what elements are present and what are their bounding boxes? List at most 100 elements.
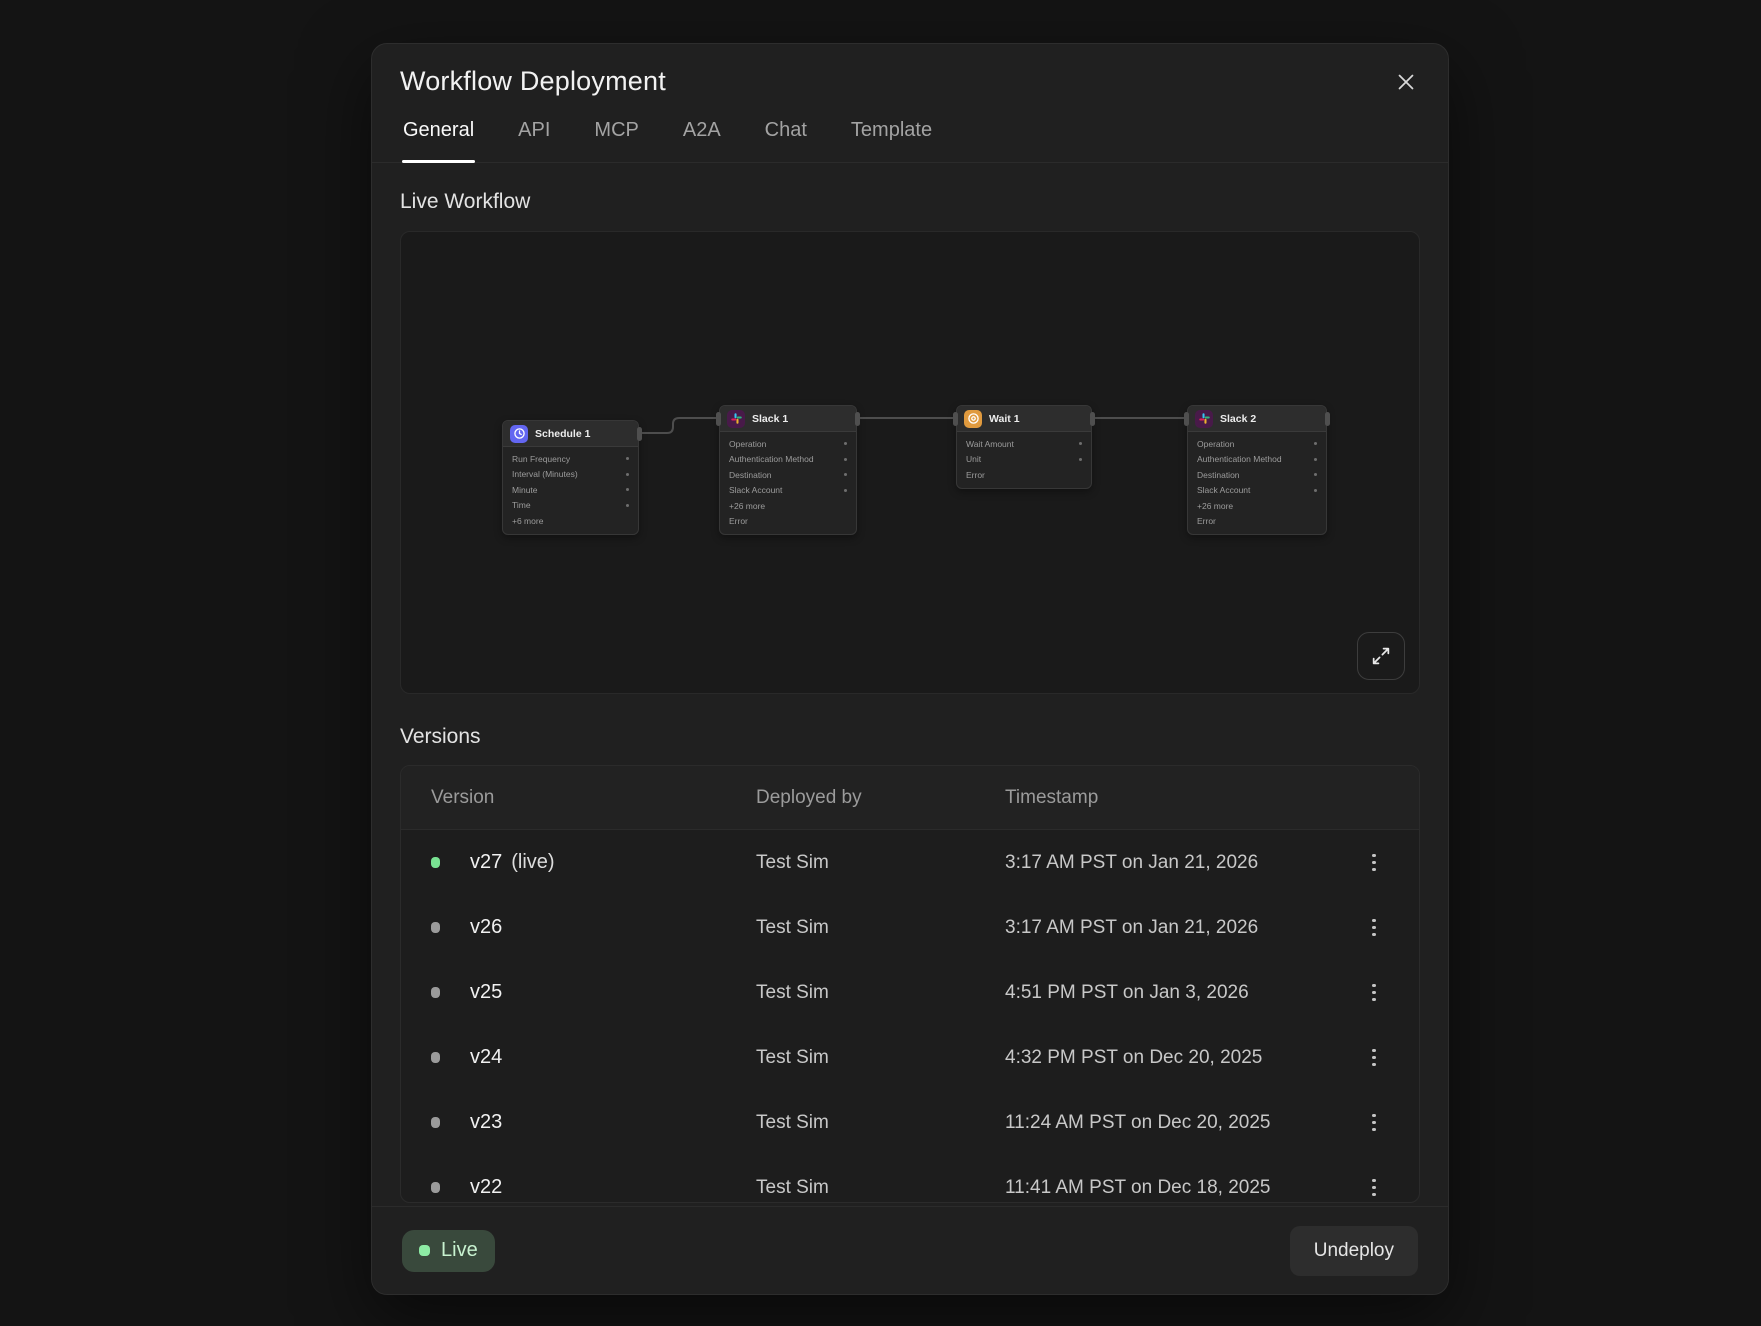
- version-label: v27: [470, 851, 502, 874]
- version-row: v24 Test Sim 4:32 PM PST on Dec 20, 2025: [401, 1025, 1419, 1090]
- node-field-label: +26 more: [729, 501, 765, 511]
- field-port-dot: [626, 504, 629, 507]
- node-field: Unit: [957, 452, 1091, 468]
- close-button[interactable]: [1390, 66, 1422, 98]
- node-field: +6 more: [503, 513, 638, 529]
- node-field: Wait Amount: [957, 436, 1091, 452]
- row-menu-button[interactable]: [1356, 1040, 1392, 1076]
- node-wait-1: Wait 1 Wait AmountUnit Error: [956, 405, 1092, 489]
- node-field-label: Destination: [729, 470, 772, 480]
- timer-icon: [964, 410, 982, 428]
- live-status-dot: [419, 1245, 430, 1256]
- node-field-label: Slack Account: [1197, 485, 1250, 495]
- deployed-by: Test Sim: [756, 1177, 1005, 1199]
- kebab-menu-icon: [1372, 1179, 1376, 1183]
- timestamp: 3:17 AM PST on Jan 21, 2026: [1005, 852, 1329, 874]
- version-label: v25: [470, 981, 502, 1004]
- field-port-dot: [626, 473, 629, 476]
- node-field: Error: [957, 467, 1091, 483]
- node-slack-2: Slack 2 OperationAuthentication MethodDe…: [1187, 405, 1327, 535]
- node-field-label: Authentication Method: [729, 454, 814, 464]
- node-field-label: Error: [966, 470, 985, 480]
- version-status-dot: [431, 1052, 440, 1063]
- dialog-header: Workflow Deployment: [372, 44, 1448, 97]
- versions-table-header: Version Deployed by Timestamp: [401, 766, 1419, 830]
- undeploy-button[interactable]: Undeploy: [1290, 1226, 1418, 1276]
- tab-bar: General API MCP A2A Chat Template: [372, 119, 1448, 163]
- row-menu-button[interactable]: [1356, 910, 1392, 946]
- input-port: [953, 412, 958, 426]
- version-label: v22: [470, 1176, 502, 1199]
- deployed-by: Test Sim: [756, 1047, 1005, 1069]
- node-header: Schedule 1: [503, 421, 638, 447]
- output-port: [637, 427, 642, 441]
- input-port: [716, 412, 721, 426]
- node-title: Schedule 1: [535, 428, 590, 440]
- node-field: Operation: [720, 436, 856, 452]
- node-slack-1: Slack 1 Operation Authentication Method De…: [719, 405, 857, 535]
- field-port-dot: [626, 457, 629, 460]
- field-port-dot: [1314, 473, 1317, 476]
- timestamp: 3:17 AM PST on Jan 21, 2026: [1005, 917, 1329, 939]
- node-fields: Operation Authentication Method Destinatio…: [720, 432, 856, 534]
- node-field: Minute: [503, 482, 638, 498]
- live-workflow-heading: Live Workflow: [400, 190, 1420, 214]
- node-field-label: Minute: [512, 485, 538, 495]
- status-badge: Live: [402, 1230, 495, 1272]
- node-field: Slack Account: [1188, 483, 1326, 499]
- column-header-version: Version: [401, 787, 756, 809]
- node-fields: Run FrequencyInterval (Minutes)MinuteTim…: [503, 447, 638, 534]
- field-port-dot: [1079, 442, 1082, 445]
- row-menu-button[interactable]: [1356, 845, 1392, 881]
- close-icon: [1393, 69, 1419, 95]
- column-header-deployed-by: Deployed by: [756, 787, 1005, 809]
- node-field-label: +26 more: [1197, 501, 1233, 511]
- tab-chat[interactable]: Chat: [764, 119, 808, 162]
- tab-template[interactable]: Template: [850, 119, 933, 162]
- node-field: Interval (Minutes): [503, 467, 638, 483]
- kebab-menu-icon: [1372, 919, 1376, 923]
- node-schedule-1: Schedule 1 Run Frequency Interval (Minute…: [502, 420, 639, 535]
- node-header: Wait 1: [957, 406, 1091, 432]
- field-port-dot: [844, 442, 847, 445]
- output-port: [1090, 412, 1095, 426]
- tab-api[interactable]: API: [517, 119, 551, 162]
- versions-heading: Versions: [400, 725, 1420, 749]
- timestamp: 4:51 PM PST on Jan 3, 2026: [1005, 982, 1329, 1004]
- version-label: v23: [470, 1111, 502, 1134]
- tab-a2a[interactable]: A2A: [682, 119, 722, 162]
- version-status-dot: [431, 857, 440, 868]
- node-title: Slack 1: [752, 413, 788, 425]
- field-port-dot: [1079, 458, 1082, 461]
- field-port-dot: [844, 458, 847, 461]
- node-field: +26 more: [1188, 498, 1326, 514]
- node-field: Error: [720, 514, 856, 530]
- node-field-label: Interval (Minutes): [512, 469, 578, 479]
- row-menu-button[interactable]: [1356, 1105, 1392, 1141]
- node-field: Error: [1188, 514, 1326, 530]
- version-row: v26 Test Sim 3:17 AM PST on Jan 21, 2026: [401, 895, 1419, 960]
- dialog-content: Live Workflow Schedule 1 Run Frequency In…: [372, 190, 1448, 1203]
- expand-canvas-button[interactable]: [1357, 632, 1405, 680]
- input-port: [1184, 412, 1189, 426]
- row-menu-button[interactable]: [1356, 975, 1392, 1011]
- kebab-menu-icon: [1372, 984, 1376, 988]
- tab-general[interactable]: General: [402, 119, 475, 162]
- node-field-label: Operation: [729, 439, 766, 449]
- timestamp: 11:24 AM PST on Dec 20, 2025: [1005, 1112, 1329, 1134]
- node-field-label: Authentication Method: [1197, 454, 1282, 464]
- node-field-label: Run Frequency: [512, 454, 570, 464]
- slack-icon: [1195, 410, 1213, 428]
- column-header-timestamp: Timestamp: [1005, 787, 1329, 809]
- version-label: v26: [470, 916, 502, 939]
- version-row: v22 Test Sim 11:41 AM PST on Dec 18, 202…: [401, 1155, 1419, 1203]
- dialog-footer: Live Undeploy: [372, 1206, 1448, 1294]
- slack-icon: [727, 410, 745, 428]
- node-field-label: +6 more: [512, 516, 543, 526]
- node-field: Authentication Method: [1188, 452, 1326, 468]
- tab-mcp[interactable]: MCP: [593, 119, 639, 162]
- row-menu-button[interactable]: [1356, 1170, 1392, 1204]
- node-field-label: Error: [1197, 516, 1216, 526]
- version-row: v25 Test Sim 4:51 PM PST on Jan 3, 2026: [401, 960, 1419, 1025]
- timestamp: 11:41 AM PST on Dec 18, 2025: [1005, 1177, 1329, 1199]
